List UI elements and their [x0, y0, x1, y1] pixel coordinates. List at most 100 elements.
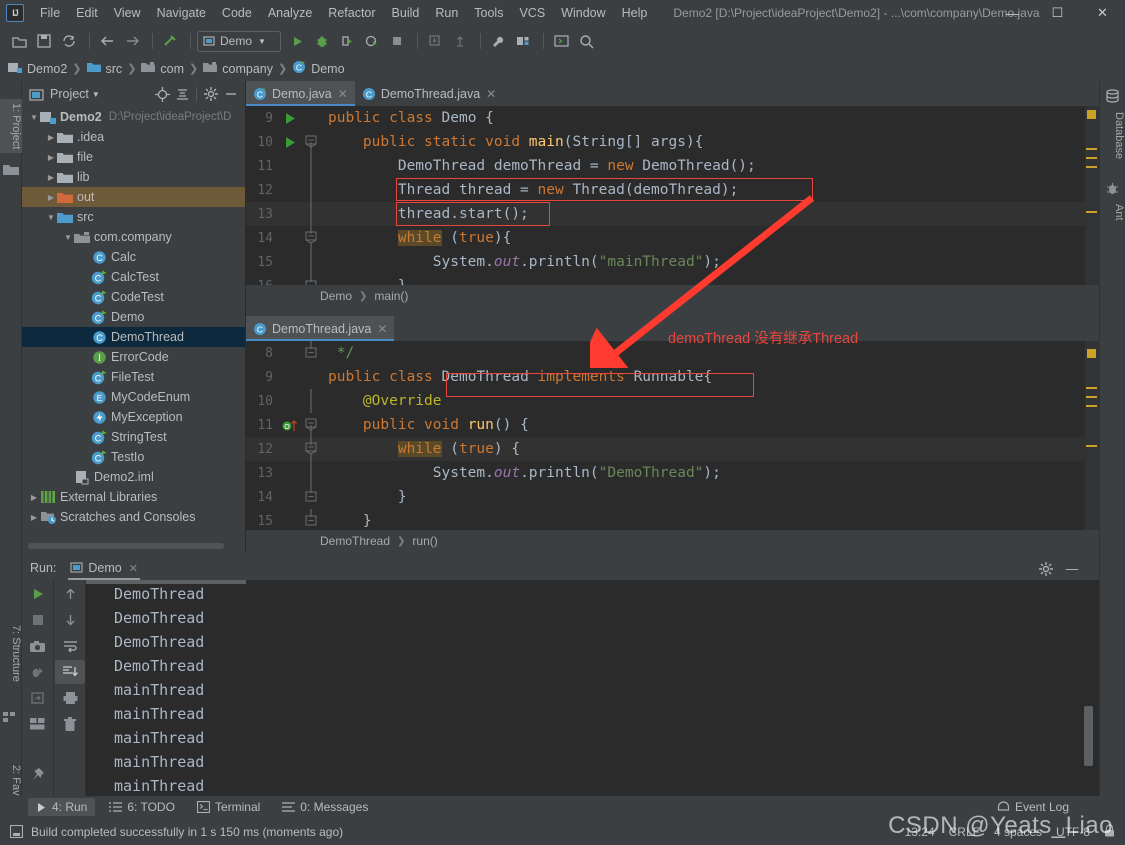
project-tree[interactable]: ▼ Demo2 D:\Project\ideaProject\D ▶ .idea ▶ fil… — [22, 107, 245, 534]
sidebar-item-project[interactable]: 1: Project — [0, 99, 22, 154]
chevron-down-icon[interactable]: ▼ — [92, 90, 100, 99]
chevron-down-icon[interactable]: ▼ — [45, 213, 57, 222]
tab-demothread-java[interactable]: C DemoThread.java ✕ — [354, 81, 504, 106]
run-configuration-selector[interactable]: Demo ▼ — [197, 30, 281, 52]
tree-item-com-company[interactable]: ▼ com.company — [22, 227, 245, 247]
breadcrumb-class[interactable]: Demo — [320, 289, 352, 303]
run-with-coverage-icon[interactable] — [336, 30, 358, 52]
tree-item-scratches-and-consoles[interactable]: ▶ Scratches and Consoles — [22, 507, 245, 527]
change-marker[interactable] — [1086, 396, 1097, 398]
warning-marker[interactable] — [1087, 110, 1096, 119]
breadcrumb-method[interactable]: run() — [412, 534, 437, 548]
tree-item-out[interactable]: ▶ out — [22, 187, 245, 207]
profile-icon[interactable] — [361, 30, 383, 52]
gear-icon[interactable] — [201, 84, 221, 104]
code-line[interactable]: 15 } — [246, 509, 1125, 530]
change-marker[interactable] — [1086, 405, 1097, 407]
tool-window-messages[interactable]: 0: Messages — [274, 798, 376, 816]
code-line[interactable]: 11 O public void run() { — [246, 413, 1125, 437]
chevron-right-icon[interactable]: ▶ — [45, 153, 57, 162]
up-arrow-icon[interactable] — [55, 582, 85, 606]
gutter-run-icon[interactable] — [278, 112, 304, 125]
chevron-right-icon[interactable]: ▶ — [45, 193, 57, 202]
tab-demothread-java-split[interactable]: C DemoThread.java ✕ — [246, 316, 395, 341]
fold-marker[interactable] — [304, 437, 318, 461]
menu-item-tools[interactable]: Tools — [466, 3, 511, 23]
soft-wrap-icon[interactable] — [55, 634, 85, 658]
screenshot-icon[interactable] — [22, 634, 53, 658]
menu-item-file[interactable]: File — [32, 3, 68, 23]
chevron-right-icon[interactable]: ▶ — [28, 493, 40, 502]
menu-item-help[interactable]: Help — [614, 3, 656, 23]
chevron-right-icon[interactable]: ▶ — [45, 133, 57, 142]
chevron-right-icon[interactable]: ▶ — [45, 173, 57, 182]
minimize-button[interactable]: — — [990, 0, 1035, 26]
search-everywhere-icon[interactable] — [575, 30, 597, 52]
code-line[interactable]: 10 @Override — [246, 389, 1125, 413]
code-line[interactable]: 10 public static void main(String[] args… — [246, 130, 1125, 154]
menu-item-analyze[interactable]: Analyze — [260, 3, 320, 23]
menu-item-window[interactable]: Window — [553, 3, 613, 23]
code-area-bottom[interactable]: 8 */ 9 public class DemoThread implements … — [246, 341, 1125, 530]
code-line[interactable]: 13 System.out.println("DemoThread"); — [246, 461, 1125, 485]
tree-item-demo2-iml[interactable]: Demo2.iml — [22, 467, 245, 487]
close-icon[interactable]: ✕ — [338, 87, 348, 101]
menu-item-code[interactable]: Code — [214, 3, 260, 23]
fold-marker[interactable] — [304, 274, 318, 285]
fold-marker[interactable] — [304, 202, 318, 226]
lock-icon[interactable] — [1104, 823, 1115, 840]
trash-icon[interactable] — [55, 712, 85, 736]
code-line[interactable]: 15 System.out.println("mainThread"); — [246, 250, 1125, 274]
breadcrumb-item-com[interactable]: com — [141, 61, 184, 76]
editor-marker-bar-bottom[interactable] — [1085, 341, 1099, 530]
breadcrumb-class[interactable]: DemoThread — [320, 534, 390, 548]
hide-panel-icon[interactable] — [221, 84, 241, 104]
tree-item-lib[interactable]: ▶ lib — [22, 167, 245, 187]
close-icon[interactable]: ✕ — [377, 322, 387, 336]
code-line[interactable]: 13 thread.start(); — [246, 202, 1125, 226]
project-tree-hscrollbar[interactable] — [28, 543, 224, 549]
menu-item-build[interactable]: Build — [384, 3, 428, 23]
tree-item-demo[interactable]: C Demo — [22, 307, 245, 327]
menu-item-edit[interactable]: Edit — [68, 3, 106, 23]
forward-icon[interactable] — [121, 30, 143, 52]
close-icon[interactable]: ✕ — [486, 87, 496, 101]
settings-wrench-icon[interactable] — [487, 30, 509, 52]
fold-marker[interactable] — [304, 389, 318, 413]
console-hscrollbar[interactable] — [86, 580, 246, 584]
code-line[interactable]: 12 Thread thread = new Thread(demoThread… — [246, 178, 1125, 202]
run-icon[interactable] — [286, 30, 308, 52]
change-marker[interactable] — [1086, 211, 1097, 213]
tree-item-filetest[interactable]: C FileTest — [22, 367, 245, 387]
close-button[interactable]: ✕ — [1080, 0, 1125, 26]
down-arrow-icon[interactable] — [55, 608, 85, 632]
fold-marker[interactable] — [304, 461, 318, 485]
code-area-top[interactable]: 9 public class Demo {10 public static voi… — [246, 106, 1125, 285]
stop-icon[interactable] — [386, 30, 408, 52]
code-line[interactable]: 9 public class Demo { — [246, 106, 1125, 130]
menu-item-navigate[interactable]: Navigate — [149, 3, 214, 23]
gutter-run-icon[interactable]: O — [278, 418, 304, 432]
chevron-right-icon[interactable]: ▶ — [28, 513, 40, 522]
fold-marker[interactable] — [304, 226, 318, 250]
rerun-icon[interactable] — [22, 582, 53, 606]
dump-threads-icon[interactable] — [22, 660, 53, 684]
fold-marker[interactable] — [304, 341, 318, 365]
fold-marker[interactable] — [304, 509, 318, 530]
fold-marker[interactable] — [304, 413, 318, 437]
gutter-run-icon[interactable] — [278, 136, 304, 149]
tree-item-src[interactable]: ▼ src — [22, 207, 245, 227]
tree-item-demothread[interactable]: C DemoThread — [22, 327, 245, 347]
warning-marker[interactable] — [1087, 349, 1096, 358]
code-line[interactable]: 12 while (true) { — [246, 437, 1125, 461]
save-all-icon[interactable] — [33, 30, 55, 52]
tool-window-run[interactable]: 4: Run — [28, 798, 96, 816]
change-marker[interactable] — [1086, 157, 1097, 159]
build-hammer-icon[interactable] — [159, 30, 181, 52]
fold-marker[interactable] — [304, 154, 318, 178]
stop-icon[interactable] — [22, 608, 53, 632]
restore-layout-icon[interactable] — [22, 686, 53, 710]
tree-item-calc[interactable]: C Calc — [22, 247, 245, 267]
breadcrumb-item-demo[interactable]: C Demo — [292, 60, 345, 77]
project-structure-icon[interactable] — [512, 30, 534, 52]
